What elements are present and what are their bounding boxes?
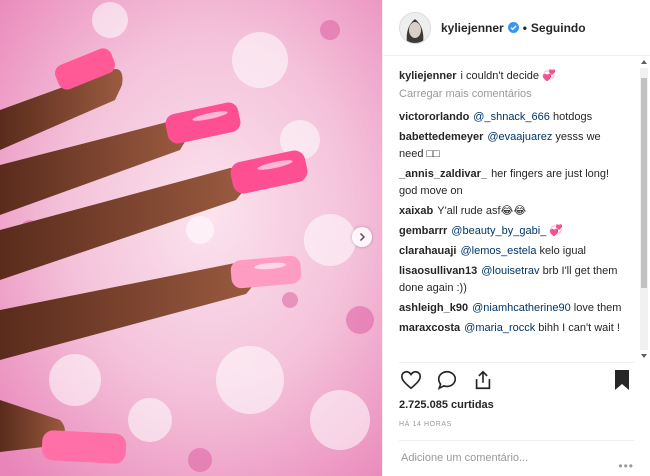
comment-mention[interactable]: @evaajuarez [487,131,552,143]
verified-badge-icon [507,22,519,33]
comment-item: _annis_zaldivar_ her fingers are just lon… [399,166,627,200]
comment-username[interactable]: lisaosullivan13 [399,265,477,277]
comments-list[interactable]: kyliejenner i couldn't decide 💞 Carregar … [383,56,636,358]
caption-text: i couldn't decide 💞 [460,70,556,82]
comment-text: kelo igual [536,245,587,257]
comment-mention[interactable]: @beauty_by_gabi_ [451,225,546,237]
header-separator: • [522,20,527,35]
add-comment-input[interactable] [399,451,634,465]
comment-username[interactable]: babettedemeyer [399,131,483,143]
avatar[interactable] [399,11,431,44]
comment-item: xaixab Y'all rude asf😂😂 [399,203,627,220]
scroll-down-arrow-icon[interactable] [641,354,647,358]
next-photo-button[interactable] [352,227,372,247]
like-button[interactable] [399,368,423,392]
comment-mention[interactable]: @_shnack_666 [473,111,550,123]
follow-button[interactable]: Seguindo [531,21,586,35]
more-options-button[interactable]: ••• [618,459,634,473]
comment-text: Y'all rude asf😂😂 [437,205,527,217]
comment-mention[interactable]: @lemos_estela [460,245,536,257]
action-bar [399,362,634,397]
comment-item: gembarrr @beauty_by_gabi_ 💞 [399,223,627,240]
save-button[interactable] [610,368,634,392]
comment-username[interactable]: ashleigh_k90 [399,302,468,314]
comment-item: clarahauaji @lemos_estela kelo igual [399,243,627,260]
comment-item: ashleigh_k90 @niamhcatherine90 love them [399,300,627,317]
caption-username[interactable]: kyliejenner [399,70,456,82]
comment-text: 💞 [546,225,564,237]
comment-item: lisaosullivan13 @louisetrav brb I'll get … [399,263,627,297]
comment-text: hotdogs [549,111,593,123]
comment-username[interactable]: victororlando [399,111,469,123]
avatar-image [400,12,430,43]
header-username[interactable]: kyliejenner [441,21,504,35]
scrollbar-thumb[interactable] [641,78,647,288]
comment-username[interactable]: _annis_zaldivar_ [399,168,487,180]
comment-item: babettedemeyer @evaajuarez yesss we need … [399,129,627,163]
photo-nails-in-pink-foam [0,0,382,476]
post: kyliejenner • Seguindo kyliejenner i coul… [0,0,650,476]
comment-username[interactable]: gembarrr [399,225,447,237]
comment-button[interactable] [435,368,459,392]
likes-count[interactable]: 2.725.085 curtidas [399,399,494,411]
scroll-up-arrow-icon[interactable] [641,60,647,64]
comment-text: bihh I can't wait ! [535,322,620,334]
chevron-right-icon [359,232,366,242]
load-more-comments-button[interactable]: Carregar mais comentários [399,88,636,100]
post-sidebar: kyliejenner • Seguindo kyliejenner i coul… [382,0,650,476]
comment-mention[interactable]: @louisetrav [481,265,539,277]
post-header: kyliejenner • Seguindo [383,0,650,56]
post-timestamp[interactable]: HÁ 14 HORAS [399,421,452,428]
comment-mention[interactable]: @niamhcatherine90 [472,302,571,314]
share-button[interactable] [471,368,495,392]
comment-username[interactable]: clarahauaji [399,245,456,257]
comment-icon [437,370,457,390]
comment-item: victororlando @_shnack_666 hotdogs [399,109,627,126]
comment-username[interactable]: xaixab [399,205,433,217]
caption: kyliejenner i couldn't decide 💞 [399,68,627,85]
post-photo[interactable] [0,0,382,476]
comment-mention[interactable]: @maria_rocck [464,322,535,334]
comment-item: maraxcosta @maria_rocck bihh I can't wait… [399,320,627,337]
comments-scrollbar[interactable] [640,60,648,358]
add-comment-section: ••• [399,440,634,475]
share-icon [475,370,491,390]
heart-icon [401,370,421,390]
comment-text: love them [570,302,622,314]
bookmark-icon [615,370,629,390]
comment-username[interactable]: maraxcosta [399,322,460,334]
scrollbar-track[interactable] [640,68,648,350]
